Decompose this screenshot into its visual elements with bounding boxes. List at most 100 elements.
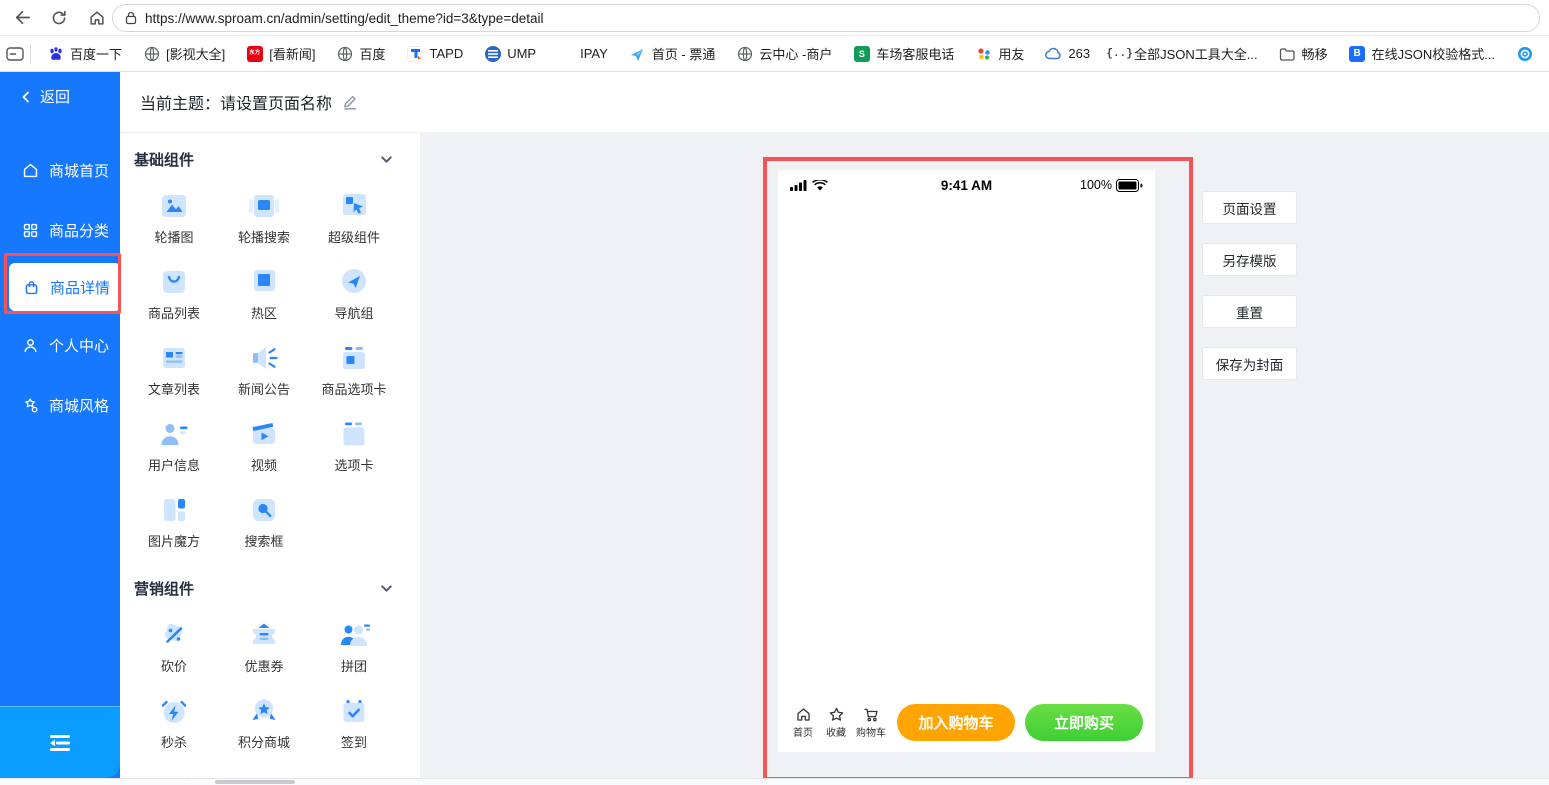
component-item[interactable]: 积分商城: [219, 687, 309, 763]
component-item[interactable]: 热区: [219, 258, 309, 334]
component-item[interactable]: 用户信息: [129, 410, 219, 486]
sidebar-item-label: 个人中心: [49, 337, 110, 355]
component-label: 选项卡: [334, 458, 374, 473]
component-item[interactable]: [129, 763, 219, 778]
edit-pencil-icon[interactable]: [342, 94, 358, 110]
bookmark-label: [影视大全]: [166, 47, 226, 62]
sidebar-item[interactable]: 商城风格: [0, 377, 120, 433]
phone-tab-label: 购物车: [856, 727, 886, 739]
component-item[interactable]: 新闻公告: [219, 334, 309, 410]
bookmark-item[interactable]: 263: [1045, 45, 1090, 62]
phone-tab-label: 首页: [793, 727, 813, 739]
phone-time: 9:41 AM: [940, 178, 993, 193]
sidebar-item[interactable]: 商品详情: [9, 263, 121, 311]
bookmark-label: 全部JSON工具大全...: [1134, 47, 1258, 62]
bookmark-item[interactable]: {..} 全部JSON工具大全...: [1106, 44, 1258, 63]
bookmark-item[interactable]: TAPD: [407, 45, 463, 62]
buy-now-button[interactable]: 立即购买: [1025, 703, 1143, 741]
bookmark-item[interactable]: 用友: [975, 44, 1024, 63]
page-action-button[interactable]: 另存模版: [1202, 243, 1297, 276]
phone-preview[interactable]: 9:41 AM 100% 首页 收藏 购物车 加入购物车 立即购买: [778, 170, 1155, 752]
bookmark-label: 在线JSON校验格式...: [1371, 47, 1496, 62]
user-icon: [22, 337, 39, 354]
globe-icon: [736, 45, 753, 62]
theme-header: 当前主题：请设置页面名称: [120, 72, 1549, 133]
sidebar-item[interactable]: 个人中心: [0, 317, 120, 373]
bookmark-label: 畅移: [1301, 47, 1328, 62]
piaotong-icon: [629, 45, 646, 62]
component-item[interactable]: 秒杀: [129, 687, 219, 763]
home-outline-icon: [795, 706, 812, 723]
component-item[interactable]: 轮播搜索: [219, 182, 309, 258]
bookmark-label: 百度: [359, 47, 386, 62]
phone-tab-label: 收藏: [826, 727, 846, 739]
component-label: 图片魔方: [147, 534, 200, 549]
component-item[interactable]: 搜索框: [219, 486, 309, 562]
component-item[interactable]: 优惠券: [219, 611, 309, 687]
none: [557, 45, 574, 62]
home-icon[interactable]: [82, 3, 112, 33]
sidebar-item-label: 商品详情: [50, 279, 111, 297]
phone-tab[interactable]: 收藏: [823, 706, 849, 739]
collapse-sidebar-button[interactable]: [0, 706, 120, 778]
component-item[interactable]: 超级组件: [309, 182, 399, 258]
bookmark-label: [看新闻]: [269, 47, 316, 62]
dongfang-red-icon: 东方: [246, 45, 263, 62]
refresh-icon[interactable]: [44, 3, 74, 33]
bookmark-item[interactable]: IPAY: [557, 45, 608, 62]
bookmark-item[interactable]: S 车场客服电话: [853, 44, 954, 63]
back-label: 返回: [40, 89, 71, 106]
phone-tab[interactable]: 购物车: [856, 706, 886, 739]
bookmark-item[interactable]: 百度一下: [47, 44, 122, 63]
back-icon[interactable]: [6, 3, 36, 33]
bookmark-item[interactable]: 云中心 -商户: [736, 44, 832, 63]
bookmark-item[interactable]: 首页 - 票通: [629, 44, 715, 63]
add-to-cart-button[interactable]: 加入购物车: [897, 703, 1015, 741]
component-item[interactable]: 签到: [309, 687, 399, 763]
browser-toolbar: https://www.sproam.cn/admin/setting/edit…: [0, 0, 1549, 36]
component-item[interactable]: 轮播图: [129, 182, 219, 258]
bookmark-label: IPAY: [580, 46, 608, 61]
page-action-button[interactable]: 保存为封面: [1202, 347, 1297, 380]
component-item[interactable]: 图片魔方: [129, 486, 219, 562]
chevron-down-icon[interactable]: [379, 152, 394, 167]
article-list-icon: [157, 343, 191, 373]
component-item[interactable]: 选项卡: [309, 410, 399, 486]
reading-list-icon[interactable]: [6, 39, 24, 69]
bookmark-item[interactable]: [1516, 45, 1533, 62]
sidebar-item[interactable]: 商城首页: [0, 142, 120, 198]
bookmark-item[interactable]: UMP: [484, 45, 536, 62]
component-item[interactable]: 拼团: [309, 611, 399, 687]
bookmark-label: UMP: [507, 46, 537, 61]
bookmark-item[interactable]: B 在线JSON校验格式...: [1349, 44, 1496, 63]
component-item[interactable]: 商品列表: [129, 258, 219, 334]
phone-status-bar: 9:41 AM 100%: [778, 170, 1155, 193]
points-mall-icon: [247, 696, 281, 726]
tapd-icon: [407, 45, 424, 62]
chevron-down-icon[interactable]: [379, 581, 394, 596]
address-bar[interactable]: https://www.sproam.cn/admin/setting/edit…: [112, 4, 1540, 32]
home-icon: [22, 162, 39, 179]
json-braces-icon: {..}: [1106, 47, 1133, 60]
phone-tab[interactable]: 首页: [790, 706, 816, 739]
component-item[interactable]: 导航组: [309, 258, 399, 334]
page-action-button[interactable]: 重置: [1202, 295, 1297, 328]
bookmark-item[interactable]: [影视大全]: [143, 44, 225, 63]
bookmark-item[interactable]: 东方 [看新闻]: [246, 44, 315, 63]
back-button[interactable]: 返回: [20, 86, 70, 107]
carousel-search-icon: [247, 191, 281, 221]
component-item[interactable]: 视频: [219, 410, 309, 486]
sidebar-item[interactable]: 商品分类: [0, 202, 120, 258]
globe-icon: [143, 45, 160, 62]
horizontal-scrollbar[interactable]: [215, 780, 295, 784]
component-item[interactable]: 商品选项卡: [309, 334, 399, 410]
bookmark-item[interactable]: 百度: [336, 44, 386, 63]
page-action-button[interactable]: 页面设置: [1202, 191, 1297, 224]
component-item[interactable]: 砍价: [129, 611, 219, 687]
component-label: 商品选项卡: [321, 382, 387, 397]
image-cube-icon: [157, 495, 191, 525]
component-label: 用户信息: [147, 458, 200, 473]
component-item[interactable]: 文章列表: [129, 334, 219, 410]
divider: [30, 44, 31, 63]
bookmark-item[interactable]: 畅移: [1279, 44, 1328, 63]
